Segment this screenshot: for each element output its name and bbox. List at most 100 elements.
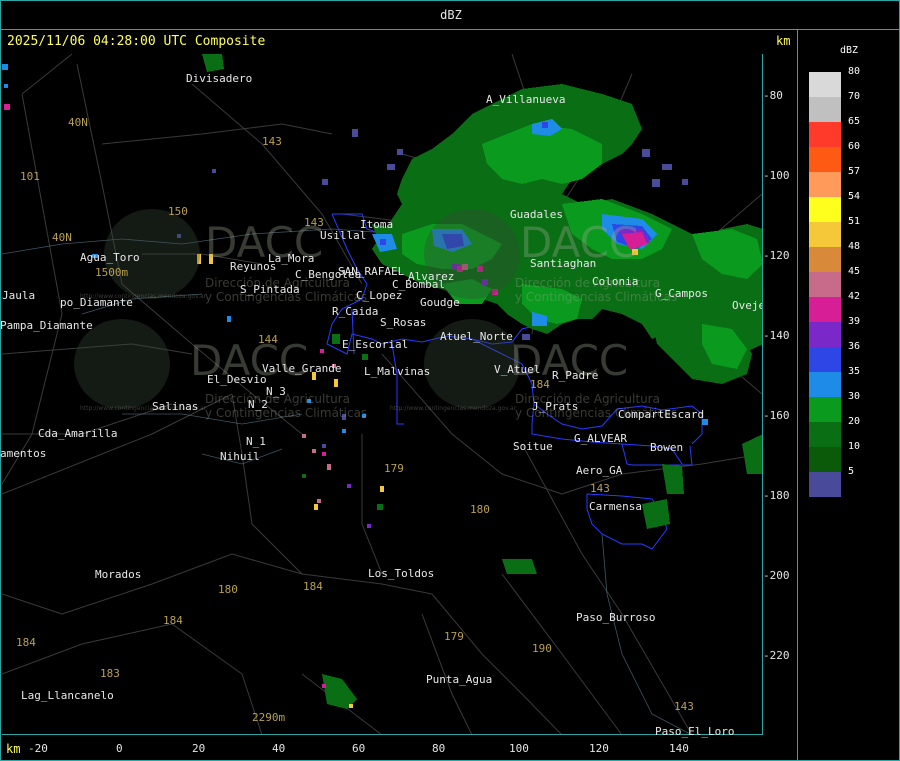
place-label: N_3 <box>266 385 286 398</box>
legend-swatch <box>809 122 841 147</box>
place-label: S_Rosas <box>380 316 427 329</box>
route-label: 190 <box>532 642 552 655</box>
legend-swatch <box>809 447 841 472</box>
route-label: 40N <box>68 116 88 129</box>
y-axis-label: -220 <box>763 649 790 662</box>
y-axis-label: -200 <box>763 569 790 582</box>
x-axis-label: 0 <box>116 742 123 755</box>
y-axis-label: -100 <box>763 169 790 182</box>
legend-swatch <box>809 147 841 172</box>
route-label: 144 <box>258 333 278 346</box>
place-label: J_Prats <box>532 400 579 413</box>
x-axis-label: 100 <box>509 742 529 755</box>
place-label: Valle_Grande <box>262 362 342 375</box>
route-label: 180 <box>470 503 490 516</box>
route-label: 143 <box>262 135 282 148</box>
place-label: CompartEscard <box>618 408 705 421</box>
place-label: Nihuil <box>220 450 260 463</box>
place-label: Paso_El_Loro <box>655 725 735 738</box>
route-label: 184 <box>530 378 550 391</box>
place-label: Soitue <box>513 440 553 453</box>
y-axis-label: -80 <box>763 89 783 102</box>
place-label: La_Mora <box>268 252 315 265</box>
place-label: Santiaghan <box>530 257 597 270</box>
route-label: 180 <box>218 583 238 596</box>
legend-swatch <box>809 222 841 247</box>
window-title: dBZ <box>440 8 462 22</box>
legend-swatch <box>809 472 841 497</box>
place-label: V_Atuel <box>494 363 541 376</box>
x-axis-label: 20 <box>192 742 206 755</box>
place-label: Punta_Agua <box>426 673 493 686</box>
route-label: 150 <box>168 205 188 218</box>
y-axis-label: -180 <box>763 489 790 502</box>
place-label: L_Malvinas <box>364 365 431 378</box>
legend-label: 60 <box>848 141 861 152</box>
legend-label: 30 <box>848 391 861 402</box>
place-label: Divisadero <box>186 72 253 85</box>
place-label: E_Escorial <box>342 338 409 351</box>
unit-label-top: km <box>776 34 791 48</box>
title-bar: dBZ <box>0 0 900 30</box>
place-label: Atuel_Norte <box>440 330 513 343</box>
place-label: S_Pintada <box>240 283 300 296</box>
legend-swatch <box>809 247 841 272</box>
route-label: 143 <box>590 482 610 495</box>
place-label: Pampa_Diamante <box>0 319 93 332</box>
place-label: Aero_GA <box>576 464 623 477</box>
y-axis-label: -120 <box>763 249 790 262</box>
route-label: 101 <box>20 170 40 183</box>
place-label: Bowen <box>650 441 684 454</box>
place-label: C_Lopez <box>356 289 403 302</box>
place-label: po_Diamante <box>60 296 133 309</box>
place-label: N_1 <box>246 435 266 448</box>
legend-swatch <box>809 372 841 397</box>
watermark-line2-2: y Contingencias Climáticas <box>205 406 368 420</box>
x-axis-label: 80 <box>432 742 446 755</box>
legend-swatch <box>809 422 841 447</box>
place-label: Colonia <box>592 275 639 288</box>
legend-swatch <box>809 322 841 347</box>
place-label: G_Campos <box>655 287 708 300</box>
timestamp-label: 2025/11/06 04:28:00 UTC Composite <box>7 34 266 49</box>
legend-label: 35 <box>848 366 861 377</box>
place-label: Paso_Burroso <box>576 611 656 624</box>
route-label: 1500m <box>95 266 129 279</box>
legend-swatch <box>809 97 841 122</box>
place-label: Goudge <box>420 296 460 309</box>
legend-label: 45 <box>848 266 861 277</box>
place-label: Carmensa <box>589 500 642 513</box>
route-label: 143 <box>304 216 324 229</box>
legend-label: 48 <box>848 241 861 252</box>
place-label: Salinas <box>152 400 199 413</box>
x-axis-label: 120 <box>589 742 609 755</box>
x-axis-label: 140 <box>669 742 689 755</box>
place-label: G_ALVEAR <box>574 432 627 445</box>
legend-swatch <box>809 197 841 222</box>
place-label: Ovejeros <box>732 299 762 312</box>
legend-label: 36 <box>848 341 861 352</box>
legend-label: 65 <box>848 116 861 127</box>
place-label: Agua_Toro <box>80 251 140 264</box>
legend-swatch <box>809 397 841 422</box>
legend-swatch <box>809 347 841 372</box>
place-label: Lag_Llancanelo <box>21 689 114 702</box>
place-label: Los_Toldos <box>368 567 435 580</box>
watermark-url-3: http://www.contingencias.mendoza.gov.ar <box>390 405 517 412</box>
route-label: 184 <box>16 636 36 649</box>
unit-label-bottom: km <box>6 742 21 756</box>
route-label: 143 <box>674 700 694 713</box>
place-label: A_Villanueva <box>486 93 566 106</box>
x-axis-label: 60 <box>352 742 366 755</box>
legend-swatch <box>809 172 841 197</box>
legend-label: 5 <box>848 466 855 477</box>
place-label: Morados <box>95 568 142 581</box>
place-label: amentos <box>0 447 47 460</box>
route-label: 184 <box>303 580 323 593</box>
legend-label: 54 <box>848 191 861 202</box>
legend-label: 10 <box>848 441 861 452</box>
route-label: 40N <box>52 231 72 244</box>
route-label: 183 <box>100 667 120 680</box>
place-label: R_Padre <box>552 369 599 382</box>
route-label: 184 <box>163 614 183 627</box>
